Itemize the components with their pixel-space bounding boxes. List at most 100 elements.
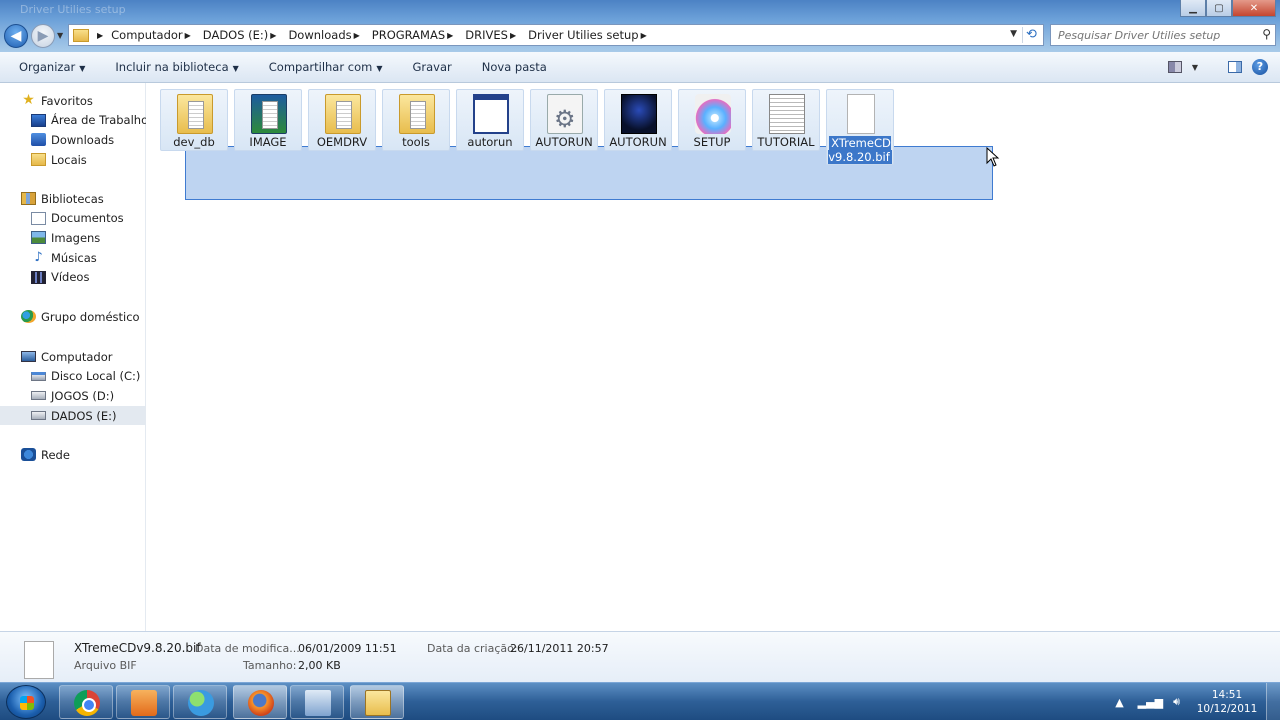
- navigation-pane: ★ Favoritos Área de Trabalho Downloads Lo…: [0, 83, 148, 631]
- change-view-icon[interactable]: [1167, 61, 1182, 73]
- breadcrumb-dados[interactable]: DADOS (E:) ▶: [203, 28, 285, 42]
- chevron-down-icon: ▼: [376, 64, 383, 73]
- computer-group: Computador Disco Local (C:) JOGOS (D:) D…: [0, 347, 146, 426]
- system-disk-icon: [31, 371, 46, 381]
- sidebar-item-disk-d[interactable]: JOGOS (D:): [0, 386, 146, 406]
- file-item-oemdrv[interactable]: OEMDRV: [308, 89, 376, 151]
- details-modified-label: Data de modifica...: [195, 642, 300, 655]
- chrome-icon: [74, 690, 100, 716]
- file-item-autorun-settings[interactable]: AUTORUN: [530, 89, 598, 151]
- breadcrumb-driver-utilies-setup[interactable]: Driver Utilies setup ▶: [528, 28, 655, 42]
- taskbar-media-player[interactable]: [116, 685, 170, 719]
- breadcrumb-chevron-icon[interactable]: ▶: [270, 31, 276, 40]
- minimize-button[interactable]: ▁: [1180, 0, 1206, 17]
- taskbar-messenger[interactable]: [173, 685, 227, 719]
- sidebar-item-favorites[interactable]: ★ Favoritos: [0, 91, 146, 111]
- network-group: Rede: [0, 445, 146, 465]
- videos-icon: [31, 270, 46, 284]
- file-item-setup[interactable]: SETUP: [678, 89, 746, 151]
- windows-explorer-icon: [365, 690, 391, 716]
- file-item-autorun-window[interactable]: autorun: [456, 89, 524, 151]
- details-created-label: Data da criação:: [427, 642, 518, 655]
- address-history-dropdown[interactable]: ▼: [1010, 29, 1017, 39]
- sidebar-item-documents[interactable]: Documentos: [0, 209, 146, 229]
- details-filename: XTremeCDv9.8.20.bif: [74, 641, 201, 655]
- window-title: Driver Utilies setup: [20, 3, 126, 16]
- taskbar: ▲ ▂▄▆ 🔊︎ 14:51 10/12/2011: [0, 682, 1280, 720]
- homegroup-icon: [21, 310, 36, 324]
- details-size-value: 2,00 KB: [298, 659, 341, 672]
- downloads-icon: [31, 133, 46, 147]
- folder-icon: [73, 28, 89, 42]
- sidebar-item-disk-c[interactable]: Disco Local (C:): [0, 367, 146, 387]
- breadcrumb-drives[interactable]: DRIVES ▶: [465, 28, 524, 42]
- file-list[interactable]: dev_db IMAGE OEMDRV tools autorun AUTORU…: [146, 83, 1280, 631]
- breadcrumb-chevron-icon[interactable]: ▶: [97, 31, 103, 40]
- taskbar-chrome[interactable]: [59, 685, 113, 719]
- libraries-group: Bibliotecas Documentos Imagens ♪ Músicas …: [0, 189, 146, 287]
- start-button[interactable]: [6, 685, 46, 719]
- search-box[interactable]: ⚲: [1050, 24, 1276, 46]
- back-button[interactable]: ◀: [4, 24, 28, 48]
- breadcrumb-downloads[interactable]: Downloads ▶: [288, 28, 367, 42]
- view-options-dropdown[interactable]: ▼: [1192, 63, 1198, 72]
- breadcrumb-chevron-icon[interactable]: ▶: [641, 31, 647, 40]
- sidebar-item-computer[interactable]: Computador: [0, 347, 146, 367]
- close-button[interactable]: ✕: [1232, 0, 1276, 17]
- maximize-button[interactable]: ▢: [1206, 0, 1232, 17]
- clock[interactable]: 14:51 10/12/2011: [1196, 688, 1258, 716]
- breadcrumb-chevron-icon[interactable]: ▶: [354, 31, 360, 40]
- breadcrumb-chevron-icon[interactable]: ▶: [447, 31, 453, 40]
- include-library-button[interactable]: Incluir na biblioteca ▼: [115, 60, 238, 74]
- sidebar-item-music[interactable]: ♪ Músicas: [0, 248, 146, 268]
- view-controls: ▼ ?: [1167, 59, 1268, 75]
- file-item-tools[interactable]: tools: [382, 89, 450, 151]
- breadcrumb-programas[interactable]: PROGRAMAS ▶: [372, 28, 462, 42]
- file-item-dev-db[interactable]: dev_db: [160, 89, 228, 151]
- show-desktop-button[interactable]: [1266, 683, 1280, 720]
- details-created-value: 26/11/2011 20:57: [510, 642, 609, 655]
- file-item-autorun-app[interactable]: AUTORUN: [604, 89, 672, 151]
- sidebar-item-videos[interactable]: Vídeos: [0, 267, 146, 287]
- details-filetype: Arquivo BIF: [74, 659, 137, 672]
- folder-icon: [399, 94, 435, 134]
- burn-button[interactable]: Gravar: [412, 60, 451, 74]
- taskbar-firefox[interactable]: [233, 685, 287, 719]
- sidebar-item-downloads[interactable]: Downloads: [0, 130, 146, 150]
- help-icon[interactable]: ?: [1252, 59, 1268, 75]
- sidebar-item-disk-e[interactable]: DADOS (E:): [0, 405, 146, 426]
- sidebar-item-network[interactable]: Rede: [0, 445, 146, 465]
- breadcrumb-computador[interactable]: Computador ▶: [111, 28, 199, 42]
- disk-icon: [31, 391, 46, 401]
- breadcrumb-chevron-icon[interactable]: ▶: [510, 31, 516, 40]
- forward-button[interactable]: ▶: [31, 24, 55, 48]
- file-item-tutorial[interactable]: TUTORIAL: [752, 89, 820, 151]
- network-icon: [21, 448, 36, 462]
- file-item-image[interactable]: IMAGE: [234, 89, 302, 151]
- new-folder-button[interactable]: Nova pasta: [482, 60, 547, 74]
- search-icon[interactable]: ⚲: [1262, 27, 1271, 41]
- sidebar-item-homegroup[interactable]: Grupo doméstico: [0, 307, 146, 327]
- sidebar-item-libraries[interactable]: Bibliotecas: [0, 189, 146, 209]
- sidebar-item-places[interactable]: Locais: [0, 150, 146, 170]
- taskbar-window[interactable]: [290, 685, 344, 719]
- refresh-icon[interactable]: ⟲: [1022, 27, 1040, 43]
- chevron-down-icon: ▼: [79, 64, 86, 73]
- documents-icon: [31, 211, 46, 225]
- organize-button[interactable]: Organizar ▼: [19, 60, 85, 74]
- address-bar[interactable]: ▶ Computador ▶ DADOS (E:) ▶ Downloads ▶ PRO…: [68, 24, 1044, 46]
- file-item-xtremecd[interactable]: XTremeCD v9.8.20.bif: [826, 89, 894, 165]
- image-folder-icon: [251, 94, 287, 134]
- search-input[interactable]: [1058, 28, 1248, 42]
- share-button[interactable]: Compartilhar com ▼: [269, 60, 383, 74]
- sidebar-item-desktop[interactable]: Área de Trabalho: [0, 111, 148, 131]
- volume-icon[interactable]: 🔊︎: [1173, 695, 1180, 709]
- sidebar-item-images[interactable]: Imagens: [0, 228, 146, 248]
- images-icon: [31, 231, 46, 245]
- taskbar-windows-explorer[interactable]: [350, 685, 404, 719]
- preview-pane-icon[interactable]: [1228, 61, 1242, 73]
- signal-icon[interactable]: ▂▄▆: [1138, 696, 1163, 709]
- show-hidden-icons-icon[interactable]: ▲: [1115, 696, 1123, 709]
- breadcrumb-chevron-icon[interactable]: ▶: [185, 31, 191, 40]
- recent-pages-dropdown[interactable]: ▼: [57, 31, 63, 40]
